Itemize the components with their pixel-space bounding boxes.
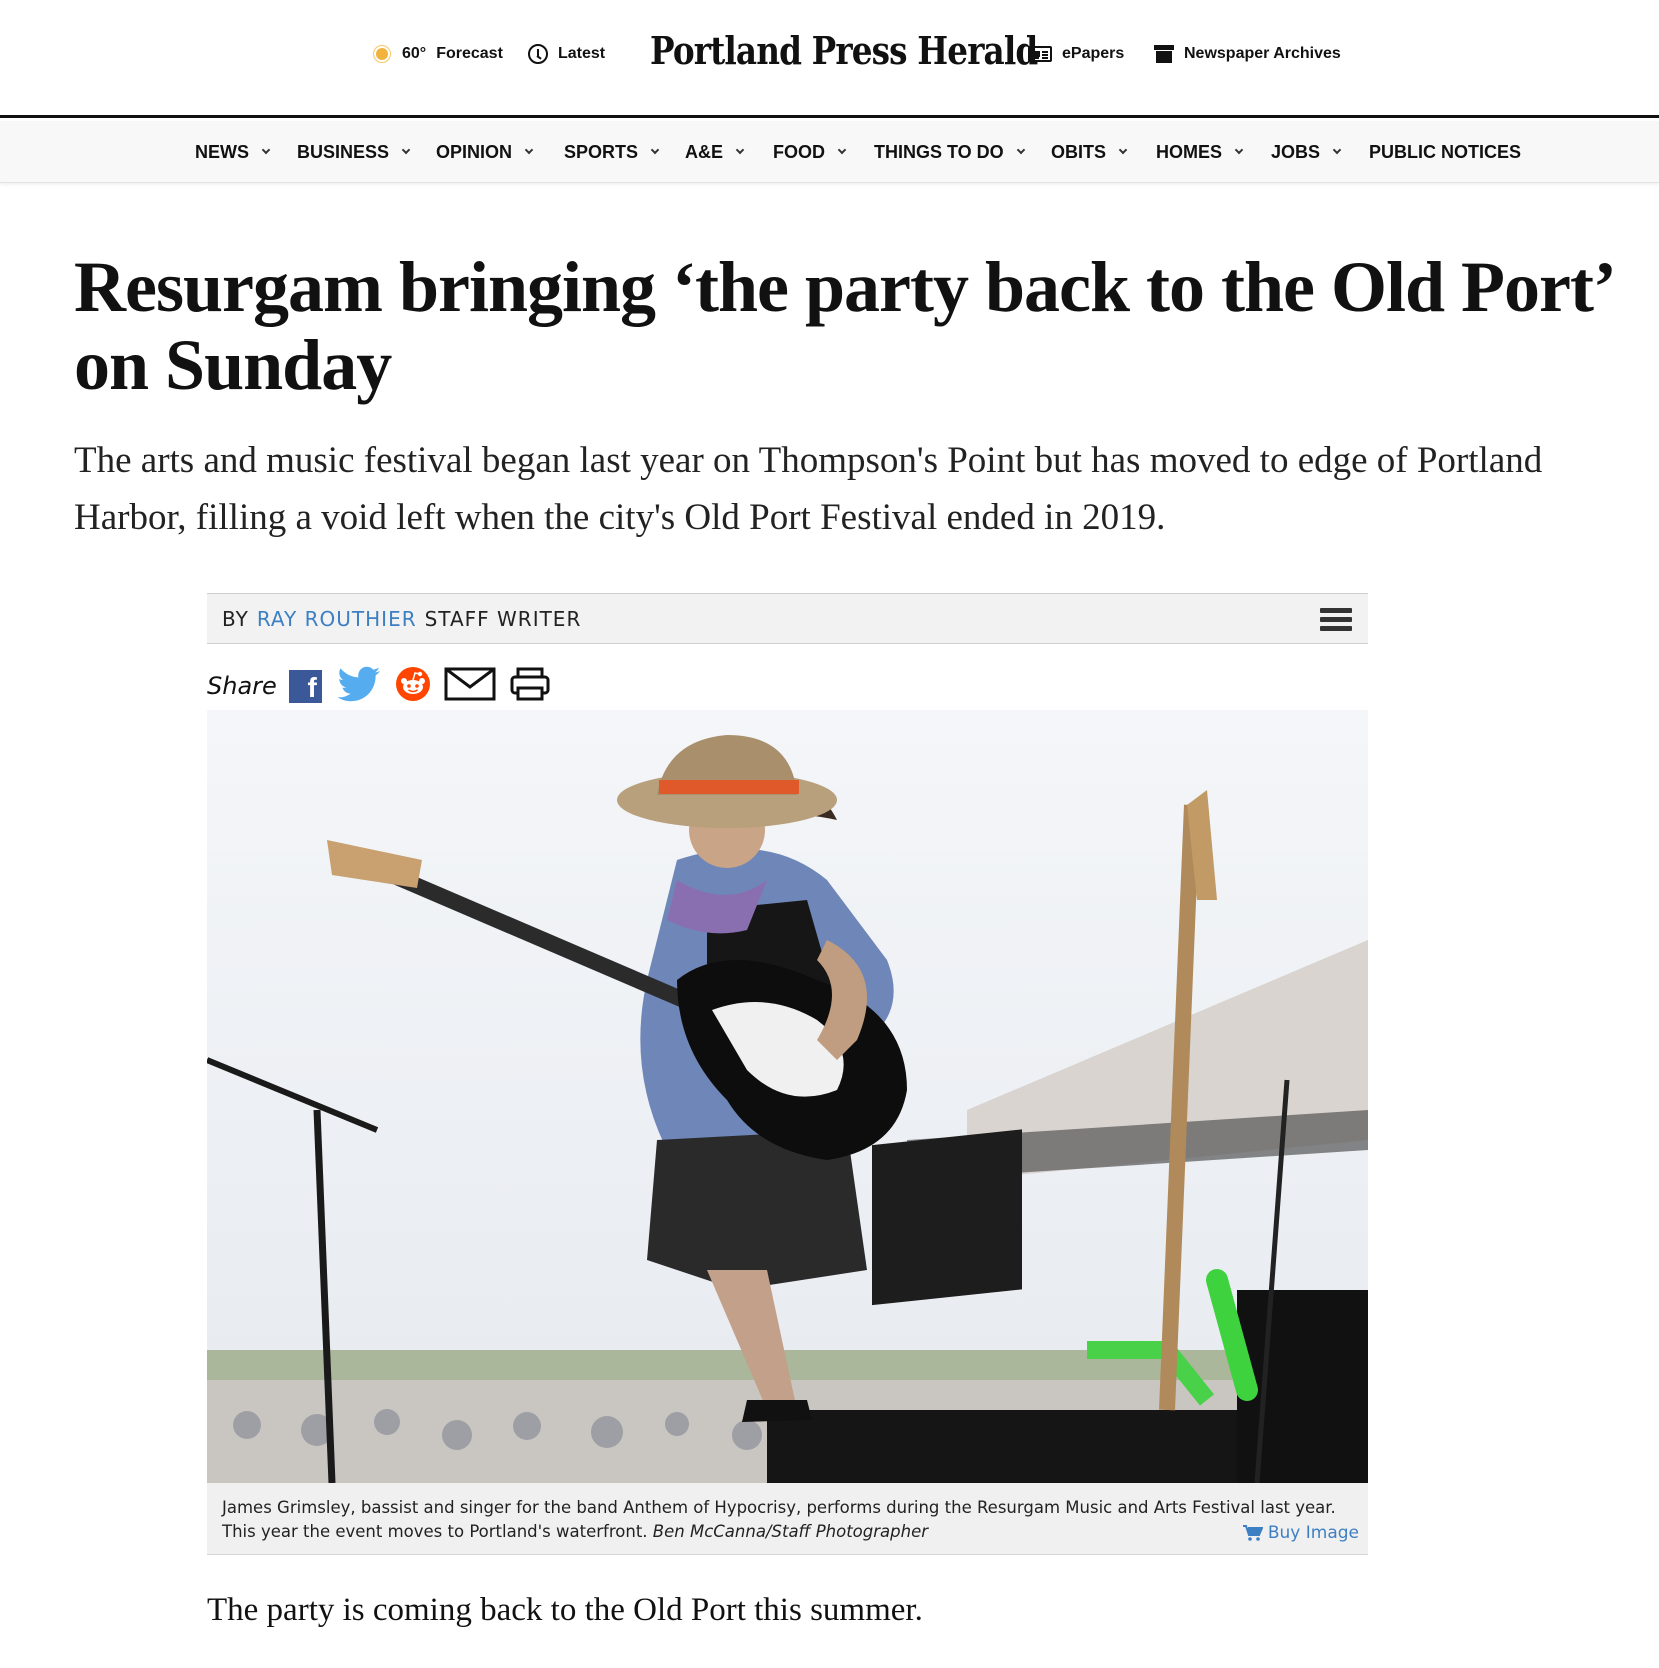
nav-item-homes[interactable]: HOMES	[1156, 121, 1244, 183]
photo-illustration	[207, 710, 1368, 1483]
article-photo[interactable]	[207, 710, 1368, 1483]
weather-forecast-link[interactable]: 60° Forecast	[372, 40, 503, 68]
chevron-down-icon	[1016, 145, 1025, 155]
nav-label: A&E	[685, 141, 724, 162]
weather-label: Forecast	[436, 45, 503, 62]
nav-label: FOOD	[773, 141, 825, 162]
photo-credit: Ben McCanna/Staff Photographer	[652, 1522, 929, 1541]
share-bar: Share f	[207, 666, 564, 706]
nav-item-opinion[interactable]: OPINION	[436, 121, 534, 183]
article-dek: The arts and music festival began last y…	[74, 440, 1543, 538]
top-utility-bar: 60° Forecast Latest Portland Press Heral…	[0, 0, 1659, 118]
facebook-icon[interactable]: f	[288, 669, 322, 703]
cart-icon	[1242, 1525, 1263, 1541]
reddit-icon[interactable]	[395, 666, 430, 706]
chevron-down-icon	[261, 145, 271, 155]
nav-label: PUBLIC NOTICES	[1369, 141, 1522, 162]
print-icon[interactable]	[510, 667, 550, 706]
nav-label: THINGS TO DO	[874, 141, 1004, 162]
byline-bar: BY RAY ROUTHIER STAFF WRITER	[207, 593, 1368, 644]
latest-label: Latest	[558, 45, 606, 62]
nav-item-business[interactable]: BUSINESS	[297, 121, 411, 183]
chevron-down-icon	[735, 145, 745, 155]
epapers-label: ePapers	[1062, 45, 1125, 62]
hamburger-menu-icon[interactable]	[1320, 608, 1352, 632]
chevron-down-icon	[837, 145, 847, 155]
chevron-down-icon	[524, 145, 534, 155]
archives-label: Newspaper Archives	[1184, 45, 1341, 62]
nav-label: NEWS	[195, 141, 249, 162]
nav-item-jobs[interactable]: JOBS	[1271, 121, 1342, 183]
nav-label: OPINION	[436, 141, 513, 162]
nav-item-things-to-do[interactable]: THINGS TO DO	[874, 121, 1025, 183]
epapers-link[interactable]: ePapers	[1028, 40, 1124, 68]
chevron-down-icon	[1332, 145, 1342, 155]
article-first-paragraph: The party is coming back to the Old Port…	[207, 1592, 923, 1628]
byline-prefix: BY	[222, 606, 249, 631]
nav-label: SPORTS	[564, 141, 639, 162]
article-headline: Resurgam bringing ‘the party back to the…	[74, 247, 1612, 405]
chevron-down-icon	[1118, 145, 1128, 155]
buy-image-label: Buy Image	[1267, 1523, 1359, 1543]
site-logo[interactable]: Portland Press Herald	[650, 28, 1038, 84]
author-link[interactable]: RAY ROUTHIER	[257, 607, 417, 631]
epaper-icon	[1028, 46, 1052, 62]
nav-item-obits[interactable]: OBITS	[1051, 121, 1128, 183]
nav-label: OBITS	[1051, 141, 1107, 162]
weather-temp: 60°	[402, 45, 427, 62]
nav-label: JOBS	[1271, 141, 1321, 162]
archive-box-icon	[1154, 45, 1174, 63]
newspaper-archives-link[interactable]: Newspaper Archives	[1154, 40, 1341, 68]
chevron-down-icon	[401, 145, 411, 155]
nav-item-public-notices[interactable]: PUBLIC NOTICES	[1369, 121, 1521, 183]
nav-label: BUSINESS	[297, 141, 390, 162]
sun-icon	[372, 44, 392, 64]
nav-item-food[interactable]: FOOD	[773, 121, 847, 183]
chevron-down-icon	[1234, 145, 1244, 155]
twitter-icon[interactable]	[336, 666, 382, 707]
buy-image-link[interactable]: Buy Image	[1242, 1521, 1359, 1545]
clock-icon	[528, 44, 548, 64]
nav-item-sports[interactable]: SPORTS	[564, 121, 660, 183]
nav-item-news[interactable]: NEWS	[195, 121, 271, 183]
nav-label: HOMES	[1156, 141, 1223, 162]
photo-caption: James Grimsley, bassist and singer for t…	[207, 1483, 1368, 1555]
email-icon[interactable]	[444, 667, 496, 706]
share-label: Share	[207, 672, 277, 700]
author-title: STAFF WRITER	[424, 606, 582, 631]
chevron-down-icon	[650, 145, 660, 155]
latest-link[interactable]: Latest	[528, 40, 605, 68]
main-navigation: NEWS BUSINESS OPINION SPORTS A&E FOOD TH…	[0, 121, 1659, 183]
nav-item-arts-entertainment[interactable]: A&E	[685, 121, 745, 183]
